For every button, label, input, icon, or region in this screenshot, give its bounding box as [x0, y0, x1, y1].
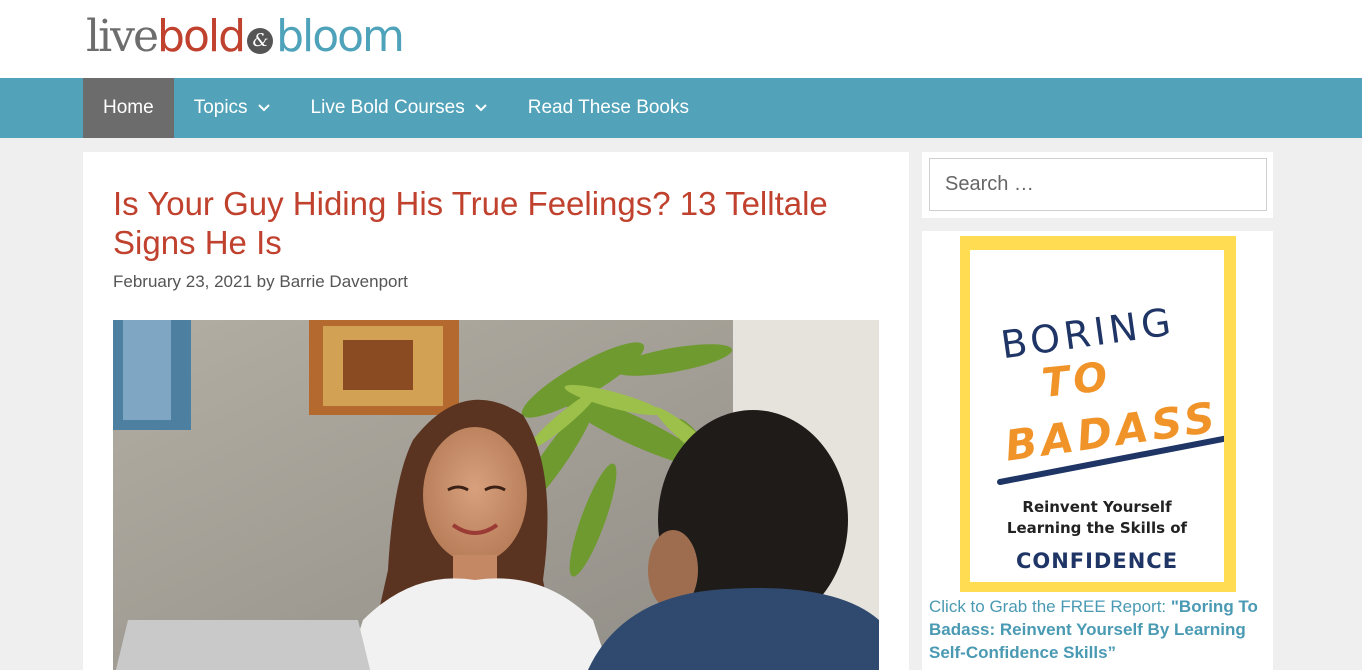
logo-word-live: live [86, 11, 159, 62]
cover-subtitle-line3: CONFIDENCE [1016, 549, 1178, 573]
article-by-label: by [256, 272, 275, 291]
article: Is Your Guy Hiding His True Feelings? 13… [83, 152, 909, 670]
site-logo[interactable]: live bold & bloom [86, 11, 405, 62]
article-title[interactable]: Is Your Guy Hiding His True Feelings? 13… [113, 184, 873, 262]
nav-item-home[interactable]: Home [83, 78, 174, 138]
logo-word-bloom: bloom [276, 11, 405, 62]
cover-subtitle-line1: Reinvent Yourself [1022, 498, 1172, 516]
book-cover-artwork: BORING TO BADASS Reinvent Yourself Learn… [997, 299, 1231, 573]
book-cover-image[interactable]: BORING TO BADASS Reinvent Yourself Learn… [960, 236, 1236, 592]
nav-item-label: Live Bold Courses [310, 97, 465, 118]
chevron-down-icon [257, 101, 271, 115]
article-date[interactable]: February 23, 2021 [113, 272, 252, 291]
featured-image [113, 320, 879, 670]
nav-menu: Home Topics Live Bold Courses Read These… [83, 78, 709, 138]
nav-item-label: Topics [193, 97, 248, 118]
book-cover-inner: BORING TO BADASS Reinvent Yourself Learn… [970, 250, 1231, 582]
article-author[interactable]: Barrie Davenport [279, 272, 408, 291]
promo-caption-link[interactable]: Click to Grab the FREE Report: "Boring T… [929, 595, 1269, 664]
nav-item-label: Read These Books [527, 97, 689, 118]
featured-photo-illustration [113, 320, 879, 670]
nav-item-topics[interactable]: Topics [174, 78, 291, 138]
cover-subtitle-line2: Learning the Skills of [1007, 519, 1188, 537]
nav-item-label: Home [103, 97, 154, 118]
logo-ampersand: & [247, 28, 274, 54]
cover-title-line2: TO [1040, 354, 1114, 407]
promo-caption-lead: Click to Grab the FREE Report: [929, 597, 1171, 616]
main-navigation: Home Topics Live Bold Courses Read These… [0, 78, 1362, 138]
article-meta: February 23, 2021 by Barrie Davenport [113, 272, 408, 292]
chevron-down-icon [474, 101, 488, 115]
search-widget [922, 152, 1273, 218]
nav-item-read-these-books[interactable]: Read These Books [508, 78, 709, 138]
logo-word-bold: bold [157, 11, 246, 62]
nav-item-live-bold-courses[interactable]: Live Bold Courses [291, 78, 508, 138]
search-input[interactable] [929, 158, 1267, 211]
site-header: live bold & bloom [0, 0, 1362, 78]
promo-widget: BORING TO BADASS Reinvent Yourself Learn… [922, 231, 1273, 670]
